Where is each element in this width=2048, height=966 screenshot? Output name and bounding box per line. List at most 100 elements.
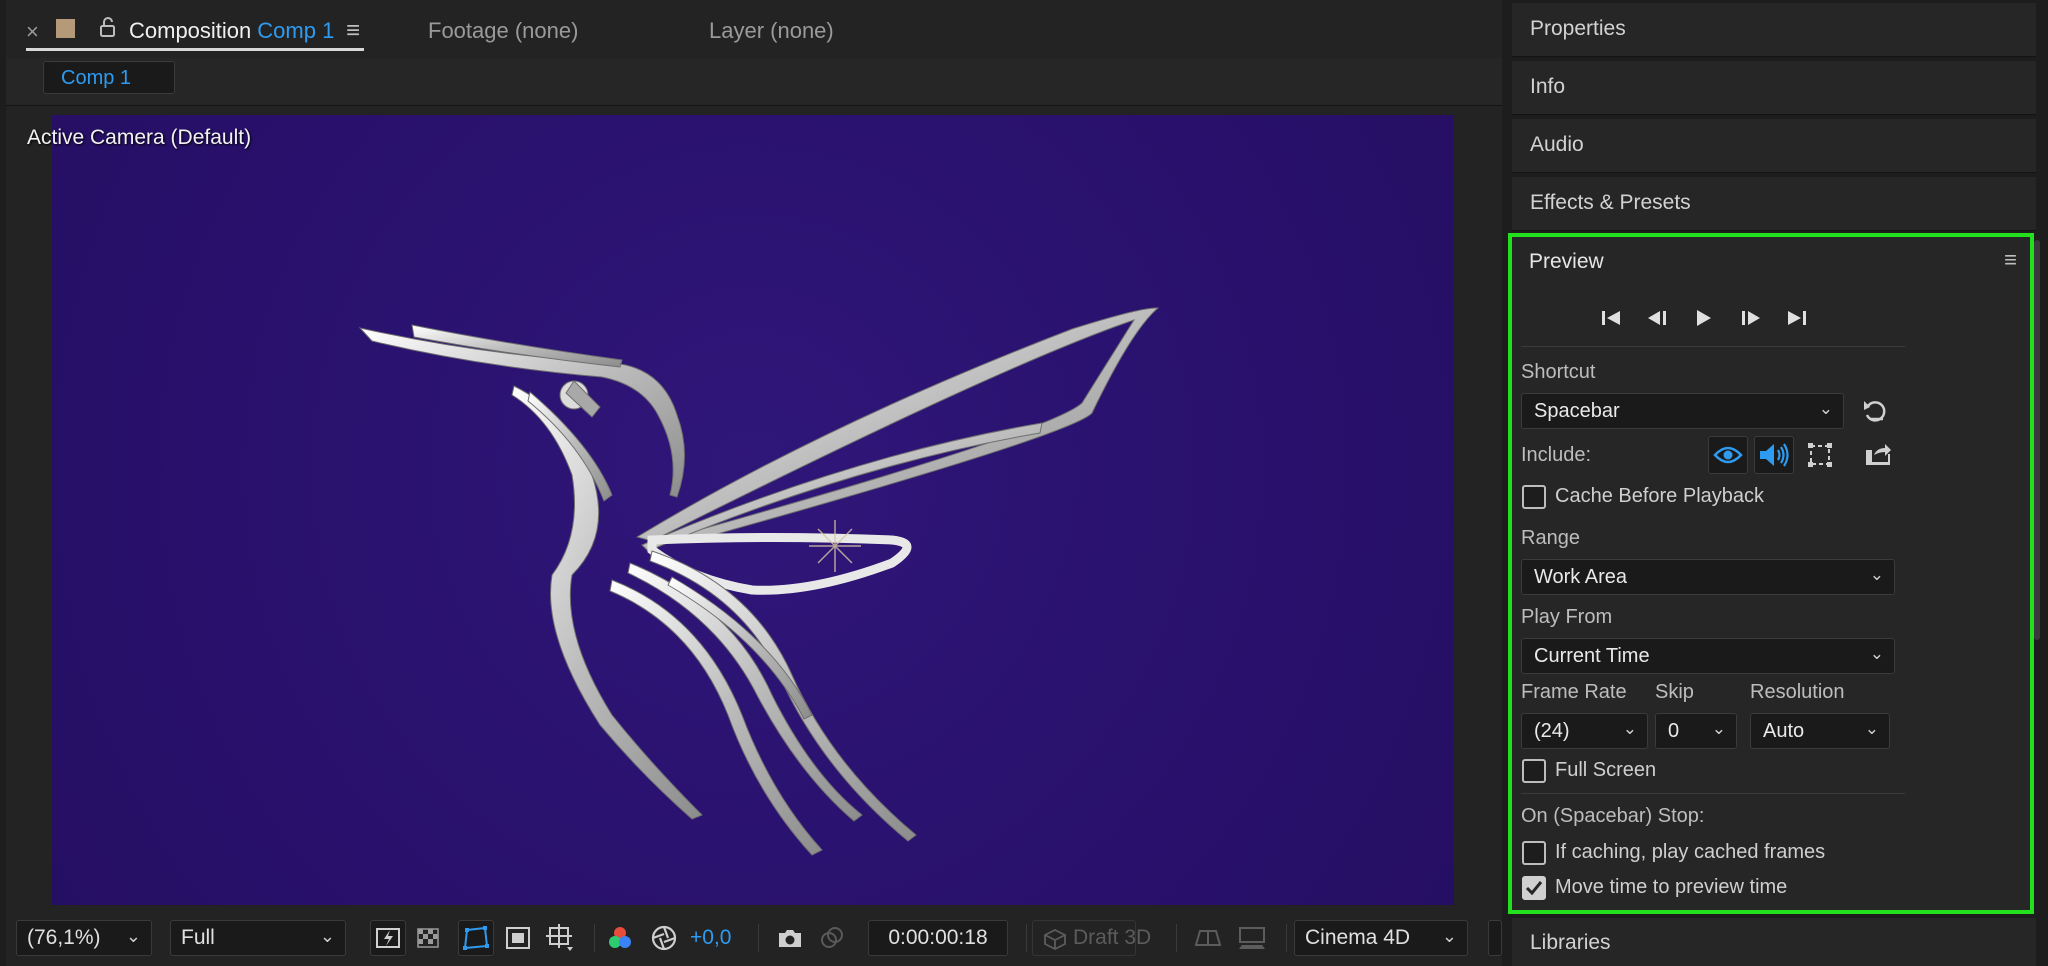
exposure-reset-icon[interactable] [646,920,682,956]
chevron-down-icon: ⌄ [319,926,335,946]
skip-value: 0 [1668,720,1680,742]
properties-panel-title: Properties [1530,17,1626,40]
playback-controls [1596,303,1826,333]
renderer-value: Cinema 4D [1305,926,1411,949]
chevron-down-icon: ⌄ [1864,719,1879,738]
include-options [1708,436,1918,474]
draft-3d-label: Draft 3D [1073,926,1152,949]
previous-frame-icon[interactable] [1642,303,1672,333]
exposure-value[interactable]: +0,0 [690,926,731,950]
frame-rate-dropdown[interactable]: (24) ⌄ [1521,713,1648,749]
chevron-down-icon: ⌄ [1869,644,1884,663]
export-preview-icon[interactable] [1858,436,1898,474]
frame-rate-value: (24) [1534,720,1570,742]
shortcut-value: Spacebar [1534,400,1620,422]
draft-3d-toggle[interactable]: Draft 3D [1032,920,1151,956]
include-overlays-icon[interactable] [1800,436,1840,474]
comp-navigator-bar: Comp 1 [6,58,1502,106]
toolbar-separator [1286,924,1287,952]
composition-panel: × Composition Comp 1 ≡ Footage (none) Lay… [6,0,1502,966]
camera-snapshot-icon[interactable] [772,920,808,956]
tab-comp-name: Comp 1 [257,18,335,43]
first-frame-icon[interactable] [1596,303,1626,333]
renderer-dropdown[interactable]: Cinema 4D ⌄ [1294,920,1468,956]
divider [1521,346,1905,347]
play-icon[interactable] [1688,303,1718,333]
zoom-value: (76,1%) [27,926,101,949]
info-panel[interactable]: Info [1512,61,2036,115]
active-tab-underline [26,48,364,51]
resolution-dropdown[interactable]: Full ⌄ [170,920,346,956]
effects-presets-panel[interactable]: Effects & Presets [1512,177,2036,231]
extended-viewer-icon[interactable] [1190,920,1226,956]
range-value: Work Area [1534,566,1627,588]
on-stop-label: On (Spacebar) Stop: [1521,805,1705,827]
preview-panel: Preview ≡ Shortcut Spacebar ⌄ Include: C… [1508,233,2034,914]
move-time-label: Move time to preview time [1555,876,1788,898]
full-screen-checkbox[interactable] [1522,759,1546,783]
close-tab-icon[interactable]: × [26,19,39,45]
tab-composition[interactable]: Composition Comp 1 [129,18,334,44]
comp-color-swatch[interactable] [56,19,75,38]
tab-footage[interactable]: Footage (none) [428,18,578,44]
composition-tab-bar: × Composition Comp 1 ≡ Footage (none) Lay… [6,0,1502,58]
skip-dropdown[interactable]: 0 ⌄ [1655,713,1737,749]
chevron-down-icon: ⌄ [125,926,141,946]
toolbar-separator [1026,924,1027,952]
right-panel-scrollbar[interactable] [2034,240,2040,640]
zoom-dropdown[interactable]: (76,1%) ⌄ [16,920,152,956]
show-snapshot-icon[interactable] [814,920,850,956]
mask-path-visibility-icon[interactable] [458,920,494,956]
info-panel-title: Info [1530,75,1566,98]
include-video-eye-icon[interactable] [1708,436,1748,474]
resolution-dropdown[interactable]: Auto ⌄ [1750,713,1890,749]
checkmark-icon [1525,881,1543,896]
toolbar-separator [758,924,759,952]
reset-shortcut-icon[interactable] [1860,396,1890,426]
comp-navigator-chip[interactable]: Comp 1 [43,61,175,94]
region-of-interest-icon[interactable] [500,920,536,956]
tab-layer[interactable]: Layer (none) [709,18,834,44]
panel-menu-icon[interactable]: ≡ [346,17,360,45]
shortcut-dropdown[interactable]: Spacebar ⌄ [1521,393,1844,429]
chevron-down-icon: ⌄ [1818,399,1833,418]
move-time-checkbox[interactable] [1522,876,1546,900]
properties-panel[interactable]: Properties [1512,3,2036,57]
play-from-dropdown[interactable]: Current Time ⌄ [1521,638,1895,674]
resolution-value: Auto [1763,720,1805,742]
cube-icon [1044,928,1066,950]
3d-ground-plane-icon[interactable] [1234,920,1270,956]
cache-before-playback-checkbox[interactable] [1522,485,1546,509]
include-label: Include: [1521,444,1592,466]
chevron-down-icon: ⌄ [1441,926,1457,946]
right-panel-stack: Properties Info Audio Effects & Presets … [1508,0,2048,966]
composition-viewer[interactable]: Active Camera (Default) [6,106,1502,914]
range-dropdown[interactable]: Work Area ⌄ [1521,559,1895,595]
play-from-label: Play From [1521,606,1613,628]
cache-before-playback-label: Cache Before Playback [1555,485,1765,507]
fast-preview-icon[interactable] [370,920,406,956]
transparency-grid-icon[interactable] [410,920,446,956]
toolbar-separator [594,924,595,952]
last-frame-icon[interactable] [1782,303,1812,333]
skip-label: Skip [1655,681,1694,703]
audio-panel-title: Audio [1530,133,1584,156]
hummingbird-artwork [358,307,1160,856]
libraries-panel-title: Libraries [1530,931,1611,954]
overflow-dropdown[interactable] [1488,920,1502,956]
unlock-icon[interactable] [96,15,120,39]
if-caching-checkbox[interactable] [1522,841,1546,865]
grid-guides-icon[interactable] [542,920,578,956]
resolution-label: Resolution [1750,681,1845,703]
channel-icon[interactable] [602,920,638,956]
divider [1521,793,1905,794]
include-audio-speaker-icon[interactable] [1754,436,1794,474]
timecode-field[interactable]: 0:00:00:18 [868,920,1008,956]
audio-panel[interactable]: Audio [1512,119,2036,173]
libraries-panel[interactable]: Libraries [1512,918,2036,966]
panel-menu-icon[interactable]: ≡ [2004,247,2017,273]
full-screen-label: Full Screen [1555,759,1657,781]
chevron-down-icon: ⌄ [1869,565,1884,584]
next-frame-icon[interactable] [1736,303,1766,333]
tab-composition-label: Composition [129,18,252,43]
